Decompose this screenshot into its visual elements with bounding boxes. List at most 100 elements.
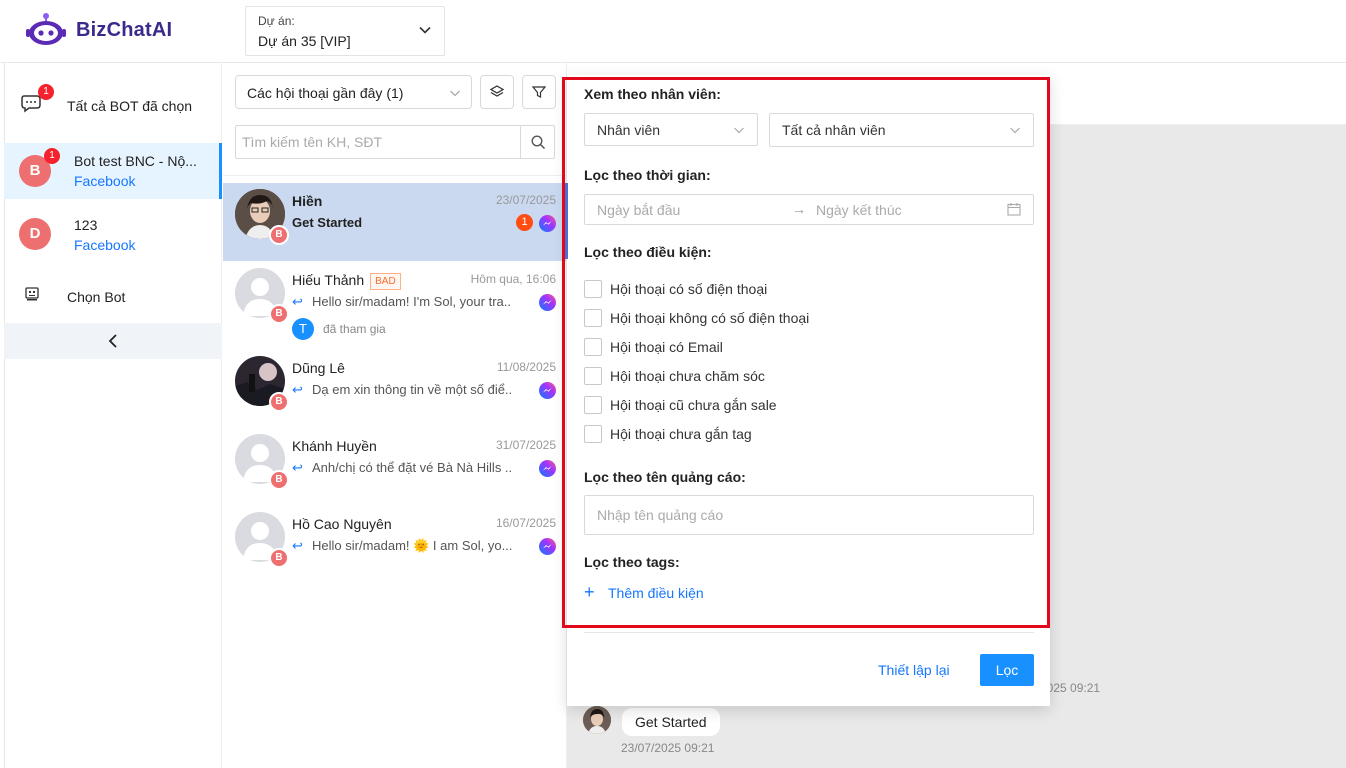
chevron-down-icon bbox=[419, 26, 431, 34]
messenger-icon bbox=[539, 215, 556, 232]
ads-filter-heading: Lọc theo tên quảng cáo: bbox=[584, 469, 746, 485]
checkbox[interactable] bbox=[584, 309, 602, 327]
customer-name: Hiếu Thảnh BAD bbox=[292, 272, 401, 290]
checkbox-label: Hội thoại có Email bbox=[610, 339, 723, 355]
customer-name-text: Hiếu Thảnh bbox=[292, 272, 365, 288]
last-message: ↩ Hello sir/madam! 🌞 I am Sol, yo... bbox=[292, 538, 512, 554]
reply-icon: ↩ bbox=[292, 460, 303, 475]
unread-count-badge: 1 bbox=[516, 214, 533, 231]
last-message: ↩ Hello sir/madam! I'm Sol, your tra... bbox=[292, 294, 512, 310]
checkbox-label: Hội thoại chưa chăm sóc bbox=[610, 368, 765, 384]
checkbox-label: Hội thoại chưa gắn tag bbox=[610, 426, 752, 442]
sidebar-item-bot[interactable]: D 123 Facebook bbox=[4, 203, 222, 263]
message-timestamp: 23/07/2025 09:21 bbox=[621, 741, 715, 755]
divider bbox=[223, 175, 566, 176]
conversation-filter-select[interactable]: Các hội thoại gần đây (1) bbox=[235, 75, 472, 109]
robot-icon bbox=[25, 287, 39, 301]
checkbox[interactable] bbox=[584, 396, 602, 414]
condition-filter-heading: Lọc theo điều kiện: bbox=[584, 244, 712, 260]
last-message: ↩ Anh/chị có thể đặt vé Bà Nà Hills ... bbox=[292, 460, 512, 476]
notification-badge: 1 bbox=[44, 148, 60, 164]
conversation-item[interactable]: B Hiếu Thảnh BAD Hôm qua, 16:06 ↩ Hello si… bbox=[223, 262, 566, 352]
bot-avatar: D bbox=[19, 218, 51, 250]
messenger-icon bbox=[539, 382, 556, 399]
notification-badge: 1 bbox=[38, 84, 54, 100]
add-condition-label: Thêm điều kiện bbox=[608, 585, 704, 601]
customer-search bbox=[235, 125, 555, 159]
arrow-right-icon: → bbox=[792, 201, 806, 217]
chevron-down-icon bbox=[1010, 127, 1020, 134]
logo-icon bbox=[26, 13, 66, 45]
conversation-item[interactable]: B Dũng Lê 11/08/2025 ↩ Dạ em xin thông ti… bbox=[223, 350, 566, 428]
checkbox[interactable] bbox=[584, 280, 602, 298]
collapse-sidebar-button[interactable] bbox=[4, 323, 222, 359]
search-icon bbox=[531, 135, 546, 150]
start-date-input[interactable]: Ngày bắt đầu bbox=[597, 202, 680, 218]
messenger-icon bbox=[539, 538, 556, 555]
date-range-picker[interactable]: Ngày bắt đầu → Ngày kết thúc bbox=[584, 194, 1034, 225]
messenger-icon bbox=[539, 294, 556, 311]
last-message: ↩ Dạ em xin thông tin về một số điể... bbox=[292, 382, 512, 398]
checkbox[interactable] bbox=[584, 367, 602, 385]
top-bar bbox=[0, 0, 1346, 63]
customer-name: Dũng Lê bbox=[292, 360, 345, 376]
bot-name: Bot test BNC - Nộ... bbox=[74, 153, 197, 169]
filter-icon bbox=[532, 86, 546, 98]
checkbox-label: Hội thoại có số điện thoại bbox=[610, 281, 768, 297]
divider bbox=[584, 632, 1034, 633]
bot-name: 123 bbox=[74, 217, 98, 233]
bot-channel: Facebook bbox=[74, 237, 136, 253]
last-message-text: Anh/chị có thể đặt vé Bà Nà Hills ... bbox=[312, 460, 512, 475]
tag-badge: BAD bbox=[370, 272, 401, 290]
avatar-photo bbox=[583, 706, 611, 734]
checkbox-label: Hội thoại không có số điện thoại bbox=[610, 310, 810, 326]
filter-button[interactable] bbox=[522, 75, 556, 109]
reset-button[interactable]: Thiết lập lại bbox=[878, 662, 950, 678]
layers-icon bbox=[489, 85, 505, 97]
plus-icon: + bbox=[584, 582, 595, 602]
calendar-icon bbox=[1007, 203, 1021, 216]
conversation-filter-value: Các hội thoại gần đây (1) bbox=[247, 85, 404, 101]
staff-select[interactable]: Tất cả nhân viên bbox=[769, 113, 1034, 147]
reply-icon: ↩ bbox=[292, 382, 303, 397]
conversation-date: 23/07/2025 bbox=[495, 193, 556, 207]
bot-channel: Facebook bbox=[74, 173, 136, 189]
choose-bot-button[interactable]: Chọn Bot bbox=[4, 275, 222, 317]
chevron-down-icon bbox=[734, 127, 744, 134]
conversation-item[interactable]: B Hiền 23/07/2025 Get Started 1 bbox=[223, 183, 566, 261]
search-input[interactable] bbox=[236, 126, 522, 158]
staff-type-value: Nhân viên bbox=[597, 122, 661, 138]
customer-avatar bbox=[583, 706, 611, 734]
sidebar-item-all-bots[interactable]: 1 Tất cả BOT đã chọn bbox=[4, 74, 222, 138]
end-date-input[interactable]: Ngày kết thúc bbox=[816, 202, 902, 218]
conversation-date: Hôm qua, 16:06 bbox=[470, 272, 556, 286]
apply-filter-button[interactable]: Lọc bbox=[980, 654, 1034, 686]
project-select[interactable]: Dự án: Dự án 35 [VIP] bbox=[245, 6, 445, 56]
logo-text: BizChatAI bbox=[76, 19, 173, 41]
panel-accent-bar bbox=[565, 183, 568, 259]
search-button[interactable] bbox=[520, 126, 554, 158]
staff-type-select[interactable]: Nhân viên bbox=[584, 113, 758, 146]
last-message-text: Hello sir/madam! 🌞 I am Sol, yo... bbox=[312, 538, 512, 553]
bot-badge: B bbox=[269, 225, 289, 245]
participant-joined-text: đã tham gia bbox=[323, 322, 386, 336]
checkbox[interactable] bbox=[584, 425, 602, 443]
checkbox[interactable] bbox=[584, 338, 602, 356]
sidebar-item-bot[interactable]: B 1 Bot test BNC - Nộ... Facebook bbox=[4, 143, 222, 199]
conversation-date: 31/07/2025 bbox=[495, 438, 556, 452]
conversation-date: 11/08/2025 bbox=[496, 360, 556, 374]
message-bubble: Get Started bbox=[622, 708, 720, 736]
bot-badge: B bbox=[269, 392, 289, 412]
bot-badge: B bbox=[269, 548, 289, 568]
conversation-item[interactable]: B Khánh Huyền 31/07/2025 ↩ Anh/chị có thể… bbox=[223, 428, 566, 506]
chevron-down-icon bbox=[450, 90, 460, 97]
messenger-icon bbox=[539, 460, 556, 477]
bot-badge: B bbox=[269, 304, 289, 324]
ads-name-input[interactable] bbox=[584, 495, 1034, 535]
bot-badge: B bbox=[269, 470, 289, 490]
layers-button[interactable] bbox=[480, 75, 514, 109]
tags-filter-heading: Lọc theo tags: bbox=[584, 554, 680, 570]
project-label: Dự án: bbox=[258, 14, 295, 28]
last-message-text: Dạ em xin thông tin về một số điể... bbox=[312, 382, 512, 397]
conversation-item[interactable]: B Hồ Cao Nguyên 16/07/2025 ↩ Hello sir/ma… bbox=[223, 506, 566, 584]
